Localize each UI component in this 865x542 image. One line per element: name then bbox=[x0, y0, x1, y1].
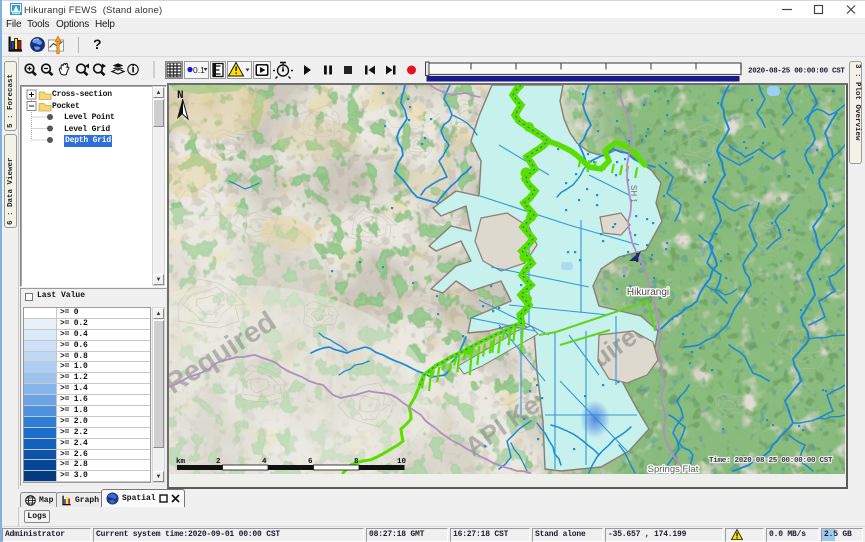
svg-text:Hikurangi: Hikurangi bbox=[627, 287, 669, 298]
svg-text:10: 10 bbox=[397, 458, 407, 466]
svg-text:2: 2 bbox=[216, 458, 221, 466]
svg-text:km: km bbox=[176, 458, 186, 466]
svg-text:6: 6 bbox=[308, 458, 313, 466]
svg-text:Time: 2020-08-25 00:00:00 CST: Time: 2020-08-25 00:00:00 CST bbox=[709, 457, 833, 465]
svg-text:2020-08-25 00:00:00 CST: 2020-08-25 00:00:00 CST bbox=[748, 68, 845, 76]
svg-text:SH 1: SH 1 bbox=[629, 185, 638, 203]
svg-text:Springs Flat: Springs Flat bbox=[648, 464, 699, 474]
svg-text:0.1: 0.1 bbox=[193, 65, 205, 75]
